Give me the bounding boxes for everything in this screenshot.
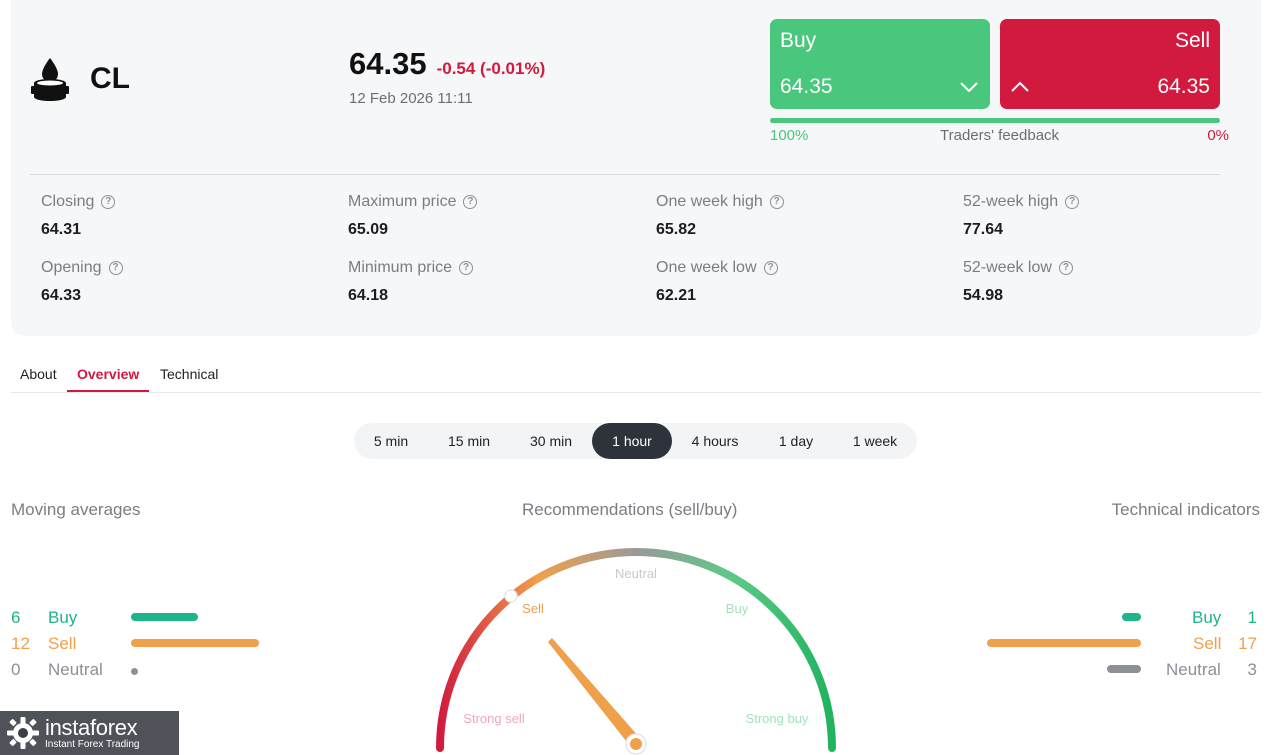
gauge-label-neutral: Neutral [615, 566, 657, 581]
watermark-brand: instaforex [45, 714, 138, 740]
gauge-label-buy: Buy [726, 601, 749, 616]
gauge-label-sell: Sell [522, 601, 544, 616]
recommendation-gauge: Neutral Sell Buy Strong sell Strong buy [436, 548, 836, 755]
gauge-marker [504, 589, 518, 603]
gauge-label-strong-buy: Strong buy [746, 711, 809, 726]
gear-logo-icon [7, 717, 39, 749]
gauge-label-strong-sell: Strong sell [463, 711, 525, 726]
watermark-tagline: Instant Forex Trading [45, 738, 140, 750]
gauge-needle-center [630, 738, 642, 750]
gauge-needle [548, 638, 640, 746]
instaforex-watermark: instaforex Instant Forex Trading [0, 711, 179, 755]
